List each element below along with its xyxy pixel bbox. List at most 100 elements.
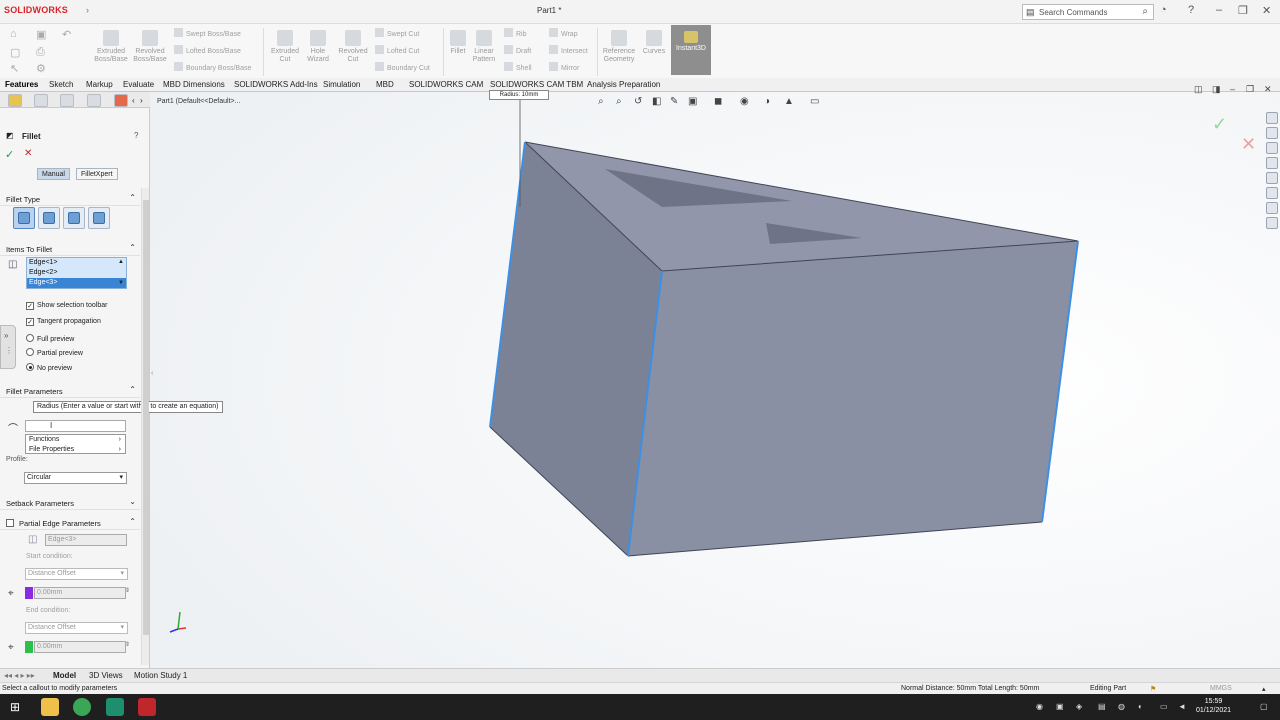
boundary-boss-button[interactable]: Boundary Boss/Base — [174, 62, 251, 72]
edge-selection-list[interactable]: Edge<1> Edge<2> Edge<3> — [26, 257, 127, 289]
tangent-propagation-checkbox[interactable]: ✓ Tangent propagation — [26, 318, 101, 326]
tab-markup[interactable]: Markup — [86, 80, 113, 89]
viewport-maximize-icon[interactable]: ◨ — [1212, 84, 1221, 95]
partial-preview-radio[interactable]: Partial preview — [26, 348, 83, 357]
save-icon[interactable]: ▣ — [36, 28, 46, 41]
panel-flyout-handle[interactable]: » ⋮ — [0, 325, 16, 369]
tab-solidworks-cam[interactable]: SOLIDWORKS CAM — [409, 80, 483, 89]
full-round-fillet-button[interactable] — [88, 207, 110, 229]
volume-icon[interactable]: ◄ — [1178, 702, 1186, 711]
viewport-tile-icon[interactable]: ◫ — [1194, 84, 1203, 95]
list-scroll-up-icon[interactable]: ▲ — [118, 259, 124, 265]
section-view-icon[interactable]: ◧ — [652, 96, 661, 107]
window-close-icon[interactable]: ✕ — [1264, 84, 1272, 95]
zoom-to-area-icon[interactable]: ⌕ — [616, 96, 622, 107]
rebuild-icon[interactable]: ⚑ — [1150, 685, 1156, 693]
mirror-button[interactable]: Mirror — [549, 62, 579, 72]
curves-button[interactable]: Curves — [640, 30, 668, 56]
search-scope-icon[interactable]: ▤ — [1026, 7, 1035, 18]
close-icon[interactable]: ✕ — [1262, 4, 1271, 17]
start-condition-select[interactable]: Distance Offset ▾ — [25, 568, 128, 580]
chrome-icon[interactable] — [73, 698, 91, 716]
end-offset-input[interactable]: 0.00mm — [34, 641, 126, 653]
swept-cut-button[interactable]: Swept Cut — [375, 28, 419, 38]
panel-splitter-icon[interactable]: ‹ — [151, 370, 153, 377]
radius-callout[interactable]: Radius: 10mm — [489, 90, 549, 100]
notifications-icon[interactable]: ▢ — [1260, 702, 1268, 711]
list-item[interactable]: Edge<3> — [27, 278, 126, 288]
graphics-area[interactable] — [150, 92, 1280, 668]
boundary-cut-button[interactable]: Boundary Cut — [375, 62, 430, 72]
constant-size-fillet-button[interactable] — [13, 207, 35, 229]
model-front-face[interactable] — [628, 241, 1078, 556]
property-manager-icon[interactable] — [34, 94, 48, 107]
tray-icon[interactable]: ◉ — [1036, 702, 1043, 711]
list-scroll-down-icon[interactable]: ▼ — [118, 280, 124, 286]
wrap-button[interactable]: Wrap — [549, 28, 578, 38]
tab-3d-views[interactable]: 3D Views — [89, 671, 123, 680]
dynamic-annotation-icon[interactable]: ✎ — [670, 96, 678, 107]
confirm-ok-icon[interactable]: ✓ — [1212, 114, 1227, 135]
revolved-cut-button[interactable]: Revolved Cut — [335, 30, 371, 64]
tab-solidworks-cam-tbm[interactable]: SOLIDWORKS CAM TBM — [490, 80, 583, 89]
instant3d-button[interactable]: Instant3D — [671, 25, 711, 75]
full-preview-radio[interactable]: Full preview — [26, 334, 74, 343]
search-commands-input[interactable]: ▤ Search Commands ⌕ — [1022, 4, 1154, 20]
display-manager-icon[interactable] — [114, 94, 128, 107]
panel-scrollbar[interactable] — [141, 188, 149, 665]
select-icon[interactable]: ↖ — [10, 62, 19, 75]
search-icon[interactable]: ⌕ — [1142, 6, 1148, 17]
fillet-type-header[interactable]: Fillet Type ⌃ — [0, 192, 140, 206]
file-explorer-icon[interactable] — [1266, 142, 1278, 154]
print-icon[interactable]: ⎙ — [36, 46, 45, 59]
custom-properties-icon[interactable] — [1266, 187, 1278, 199]
tab-evaluate[interactable]: Evaluate — [123, 80, 154, 89]
collapse-icon[interactable]: ⌃ — [129, 517, 136, 526]
home-icon[interactable]: ⌂ — [10, 28, 17, 40]
collapse-icon[interactable]: ⌃ — [129, 193, 136, 202]
panel-nav-right-icon[interactable]: › — [140, 96, 143, 105]
window-restore-icon[interactable]: ❐ — [1246, 84, 1254, 95]
home-icon[interactable] — [1266, 112, 1278, 124]
tray-icon[interactable]: ◐ — [1138, 702, 1143, 711]
view-palette-icon[interactable] — [1266, 157, 1278, 169]
end-condition-select[interactable]: Distance Offset ▾ — [25, 622, 128, 634]
units-indicator[interactable]: MMGS — [1210, 685, 1232, 692]
tab-simulation[interactable]: Simulation — [323, 80, 360, 89]
expand-icon[interactable]: » — [4, 331, 8, 340]
partial-edge-parameters-header[interactable]: Partial Edge Parameters ⌃ — [0, 516, 140, 530]
tab-nav-icon[interactable]: ◂◂ ◂ ▸ ▸▸ — [4, 671, 35, 680]
variable-size-fillet-button[interactable] — [38, 207, 60, 229]
manual-toggle[interactable]: Manual — [37, 168, 70, 180]
no-preview-radio[interactable]: No preview — [26, 363, 72, 372]
tray-icon[interactable]: ◈ — [1076, 702, 1082, 711]
spinner-icon[interactable]: ⇕ — [125, 587, 130, 594]
filletxpert-toggle[interactable]: FilletXpert — [76, 168, 118, 180]
expand-icon[interactable]: ⌄ — [129, 497, 136, 506]
list-item[interactable]: Edge<1> — [27, 258, 126, 268]
spinner-icon[interactable]: ⇕ — [125, 641, 130, 648]
status-toggle-icon[interactable]: ▴ — [1262, 685, 1266, 693]
hide-show-items-icon[interactable]: ◉ — [740, 96, 749, 107]
window-minimize-icon[interactable]: – — [1230, 84, 1235, 94]
checkbox-icon[interactable] — [6, 519, 14, 527]
rib-button[interactable]: Rib — [504, 28, 527, 38]
lofted-boss-button[interactable]: Lofted Boss/Base — [174, 45, 241, 55]
previous-view-icon[interactable]: ↺ — [634, 96, 642, 107]
revolved-boss-button[interactable]: Revolved Boss/Base — [132, 30, 168, 64]
cancel-icon[interactable]: ✕ — [24, 148, 32, 159]
solidworks-taskbar-icon[interactable] — [138, 698, 156, 716]
view-orientation-icon[interactable]: ▣ — [688, 96, 697, 107]
fillet-button[interactable]: Fillet — [447, 30, 469, 56]
profile-select[interactable]: Circular ▾ — [24, 472, 127, 484]
radio-icon[interactable] — [26, 334, 34, 342]
undo-icon[interactable]: ↶ — [62, 28, 71, 41]
scrollbar-thumb[interactable] — [143, 200, 149, 635]
swept-boss-button[interactable]: Swept Boss/Base — [174, 28, 241, 38]
windows-start-icon[interactable]: ⊞ — [10, 700, 20, 714]
intersect-button[interactable]: Intersect — [549, 45, 588, 55]
help-icon[interactable]: ? — [1188, 4, 1194, 16]
edit-appearance-icon[interactable]: ◑ — [764, 96, 770, 107]
lofted-cut-button[interactable]: Lofted Cut — [375, 45, 419, 55]
radius-input[interactable] — [25, 420, 126, 432]
